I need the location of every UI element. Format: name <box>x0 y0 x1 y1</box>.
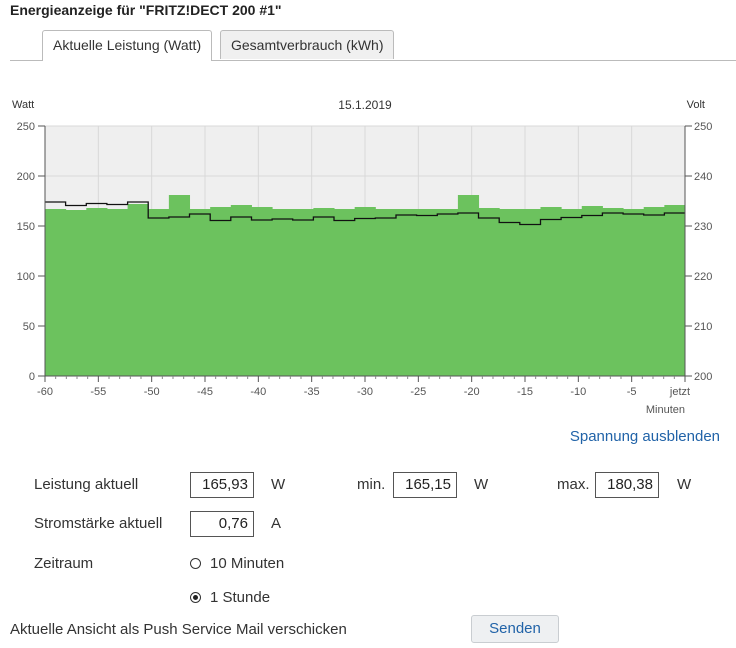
power-bar <box>602 208 624 376</box>
right-tick-label: 250 <box>694 121 712 133</box>
strom-label: Stromstärke aktuell <box>34 515 163 532</box>
power-bar <box>354 207 376 376</box>
zeitraum-label: Zeitraum <box>34 555 94 572</box>
power-bar <box>168 195 191 376</box>
zeitraum-option-10-minuten[interactable]: 10 Minuten <box>190 555 284 572</box>
tab-gesamtverbrauch[interactable]: Gesamtverbrauch (kWh) <box>220 30 395 59</box>
y-axis-label-left: Watt <box>12 99 34 111</box>
power-bar <box>313 208 335 376</box>
power-bar <box>334 209 356 376</box>
x-tick-label: -35 <box>304 386 320 398</box>
power-bar <box>292 209 314 376</box>
power-bar <box>581 206 603 376</box>
power-bar <box>189 209 211 376</box>
min-unit: W <box>474 476 489 493</box>
leistung-value-field: 165,93 <box>190 472 254 498</box>
zeitraum-option-1-stunde[interactable]: 1 Stunde <box>190 589 270 606</box>
right-tick-label: 210 <box>694 321 712 333</box>
min-label: min. <box>357 476 386 493</box>
right-tick-label: 230 <box>694 221 712 233</box>
power-bar <box>230 205 252 376</box>
radio-button[interactable] <box>190 558 201 569</box>
y-axis-label-right: Volt <box>687 99 705 111</box>
right-tick-label: 240 <box>694 171 712 183</box>
strom-unit: A <box>271 515 282 532</box>
zeitraum-option-label: 10 Minuten <box>210 555 285 572</box>
x-tick-label: -55 <box>90 386 106 398</box>
power-bar <box>272 209 294 376</box>
x-tick-label: -40 <box>250 386 266 398</box>
power-bar <box>664 205 686 376</box>
power-bar <box>210 207 232 376</box>
left-tick-label: 100 <box>17 271 35 283</box>
leistung-label: Leistung aktuell <box>34 476 139 493</box>
x-tick-label: -10 <box>570 386 586 398</box>
power-bar <box>457 195 480 376</box>
x-tick-label: -25 <box>410 386 426 398</box>
right-tick-label: 200 <box>694 371 712 383</box>
energy-chart: 0 50 100 150 200 250 200 210 220 230 240 250 -60 -55 -… <box>0 92 736 427</box>
leistung-unit: W <box>271 476 286 493</box>
x-tick-label: -5 <box>627 386 637 398</box>
x-tick-label: -45 <box>197 386 213 398</box>
x-tick-label: -50 <box>144 386 160 398</box>
zeitraum-option-label: 1 Stunde <box>210 589 271 606</box>
power-bar <box>499 209 521 376</box>
left-tick-label: 0 <box>29 371 35 383</box>
max-label: max. <box>557 476 590 493</box>
chart-date-title: 15.1.2019 <box>338 98 392 112</box>
power-bar <box>416 209 438 376</box>
energy-chart-svg: 0 50 100 150 200 250 200 210 220 230 240 250 -60 -55 -… <box>12 98 712 416</box>
power-bar <box>45 209 67 376</box>
tab-bar: Aktuelle Leistung (Watt) Gesamtverbrauch… <box>10 30 736 61</box>
power-bar <box>540 207 562 376</box>
power-bar <box>127 204 149 376</box>
power-bar <box>437 209 459 376</box>
left-tick-label: 50 <box>23 321 35 333</box>
left-tick-label: 200 <box>17 171 35 183</box>
power-bar <box>106 209 129 376</box>
power-bar <box>65 210 87 376</box>
right-tick-label: 220 <box>694 271 712 283</box>
power-bar <box>375 209 397 376</box>
radio-button-checked[interactable] <box>190 592 201 603</box>
max-value-field: 180,38 <box>595 472 659 498</box>
max-unit: W <box>677 476 692 493</box>
page-title: Energieanzeige für "FRITZ!DECT 200 #1" <box>10 2 282 18</box>
tab-aktuelle-leistung[interactable]: Aktuelle Leistung (Watt) <box>42 30 213 61</box>
power-bar <box>395 209 418 376</box>
strom-value-field: 0,76 <box>190 511 254 537</box>
x-tick-label: -30 <box>357 386 373 398</box>
power-bar <box>148 209 170 376</box>
power-bar <box>478 208 500 376</box>
left-tick-label: 150 <box>17 221 35 233</box>
push-service-label: Aktuelle Ansicht als Push Service Mail v… <box>10 621 347 638</box>
power-bar <box>561 209 583 376</box>
power-bar <box>519 209 541 376</box>
x-axis-label: Minuten <box>646 404 685 416</box>
min-value-field: 165,15 <box>393 472 457 498</box>
power-bar <box>251 207 273 376</box>
left-tick-label: 250 <box>17 121 35 133</box>
x-tick-label: -60 <box>37 386 53 398</box>
x-tick-label: jetzt <box>669 386 690 398</box>
x-tick-label: -15 <box>517 386 533 398</box>
send-button[interactable]: Senden <box>471 615 559 643</box>
power-bar <box>86 208 108 376</box>
x-tick-label: -20 <box>464 386 480 398</box>
spannung-toggle-link[interactable]: Spannung ausblenden <box>570 428 720 445</box>
power-bar <box>623 209 645 376</box>
power-bar <box>643 207 665 376</box>
